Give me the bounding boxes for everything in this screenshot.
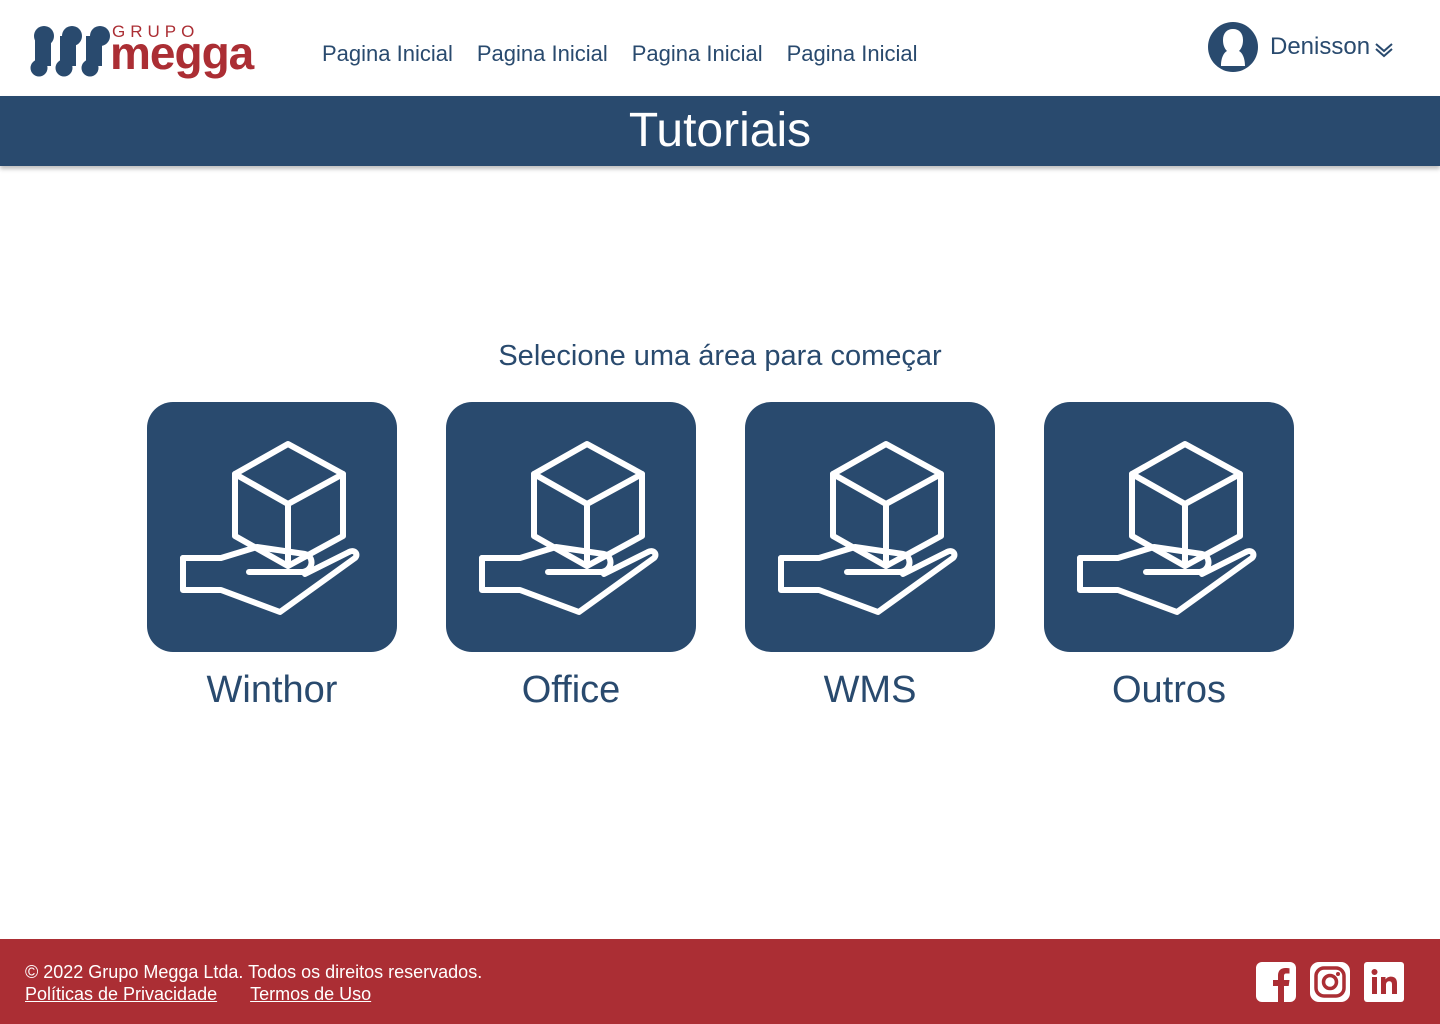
- area-label-outros: Outros: [1111, 669, 1227, 711]
- nav-item-pagina-inicial-2[interactable]: Pagina Inicial: [477, 40, 608, 68]
- logo-megga-text: megga: [110, 27, 254, 79]
- area-tile-outros[interactable]: [1044, 402, 1294, 652]
- area-tile-wms[interactable]: [745, 402, 995, 652]
- privacy-policy-link[interactable]: Políticas de Privacidade: [25, 983, 217, 1005]
- top-header: GRUPO megga Pagina Inicial Pagina Inicia…: [0, 0, 1440, 96]
- social-links: [1256, 962, 1404, 1002]
- user-name: Denisson: [1270, 33, 1371, 60]
- hand-holding-box-icon: [180, 441, 360, 615]
- terms-of-use-link[interactable]: Termos de Uso: [250, 983, 371, 1005]
- section-subtitle: Selecione uma área para começar: [498, 340, 942, 372]
- hand-holding-box-icon: [479, 441, 659, 615]
- area-card-winthor[interactable]: Winthor: [147, 402, 397, 714]
- area-tile-winthor[interactable]: [147, 402, 397, 652]
- footer: © 2022 Grupo Megga Ltda. Todos os direit…: [0, 939, 1440, 1024]
- hand-holding-box-icon: [778, 441, 958, 615]
- nav-item-pagina-inicial-1[interactable]: Pagina Inicial: [322, 40, 453, 68]
- megga-mark-icon: [30, 26, 110, 77]
- facebook-icon[interactable]: [1256, 962, 1296, 1002]
- area-label-wms: WMS: [823, 669, 917, 711]
- instagram-icon[interactable]: [1310, 962, 1350, 1002]
- area-card-outros[interactable]: Outros: [1044, 402, 1294, 714]
- chevron-double-down-icon[interactable]: [1374, 41, 1394, 59]
- page-title: Tutoriais: [628, 104, 812, 157]
- area-tile-office[interactable]: [446, 402, 696, 652]
- page-title-banner: Tutoriais: [0, 96, 1440, 166]
- grupo-megga-logo[interactable]: GRUPO megga: [30, 22, 260, 82]
- user-avatar-icon: [1208, 22, 1258, 72]
- footer-links: Políticas de Privacidade Termos de Uso: [25, 983, 371, 1005]
- nav-item-pagina-inicial-3[interactable]: Pagina Inicial: [632, 40, 763, 68]
- area-card-office[interactable]: Office: [446, 402, 696, 714]
- linkedin-icon[interactable]: [1364, 962, 1404, 1002]
- main-nav: Pagina Inicial Pagina Inicial Pagina Ini…: [322, 40, 918, 68]
- area-label-winthor: Winthor: [206, 669, 338, 711]
- hand-holding-box-icon: [1077, 441, 1257, 615]
- area-label-office: Office: [521, 669, 621, 711]
- area-card-wms[interactable]: WMS: [745, 402, 995, 714]
- user-menu[interactable]: Denisson: [1208, 22, 1394, 72]
- nav-item-pagina-inicial-4[interactable]: Pagina Inicial: [787, 40, 918, 68]
- copyright-text: © 2022 Grupo Megga Ltda. Todos os direit…: [25, 962, 483, 982]
